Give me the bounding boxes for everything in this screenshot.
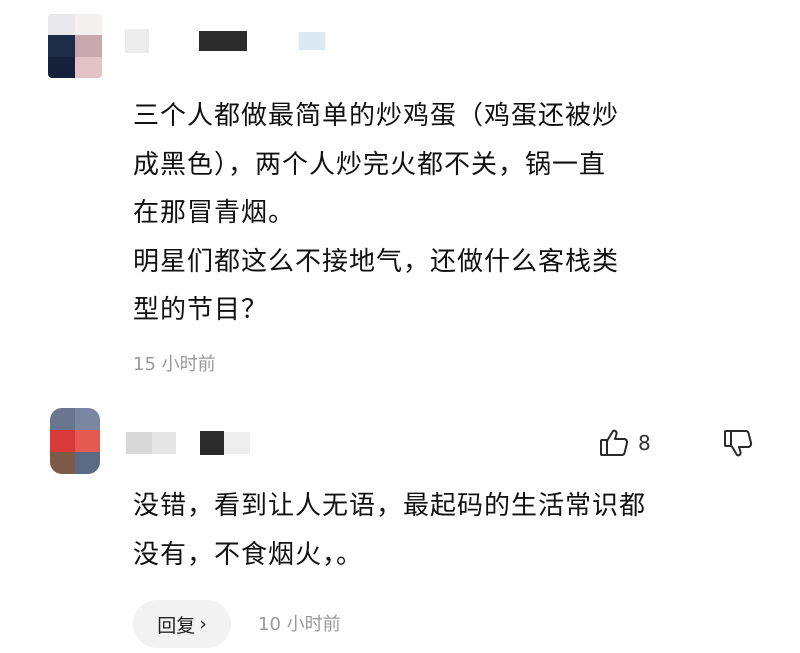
like-button[interactable]: 8 (598, 428, 651, 458)
avatar-pixel (48, 35, 75, 57)
like-count: 8 (638, 431, 651, 455)
comment-feed: 三个人都做最简单的炒鸡蛋（鸡蛋还被炒 成黑色），两个人炒完火都不关，锅一直 在那… (0, 0, 800, 653)
chevron-right-icon: › (199, 613, 207, 635)
avatar-pixel (75, 14, 102, 36)
username-blurred[interactable] (126, 430, 250, 456)
comment-text: 三个人都做最简单的炒鸡蛋（鸡蛋还被炒 成黑色），两个人炒完火都不关，锅一直 在那… (133, 101, 620, 325)
comment-time: 10 小时前 (258, 614, 341, 635)
avatar-pixel (75, 452, 100, 474)
avatar-pixel (48, 14, 75, 36)
avatar-pixel (75, 430, 100, 452)
avatar[interactable] (50, 408, 100, 474)
reply-button[interactable]: 回复 › (133, 600, 231, 648)
blur-block (299, 32, 325, 50)
comment-time: 15 小时前 (133, 354, 216, 375)
avatar-pixel (48, 56, 75, 78)
avatar-pixel (50, 430, 75, 452)
avatar-pixel (75, 56, 102, 78)
dislike-button[interactable] (722, 428, 754, 462)
avatar-pixel (50, 452, 75, 474)
avatar-pixel (75, 408, 100, 430)
comment-item: 三个人都做最简单的炒鸡蛋（鸡蛋还被炒 成黑色），两个人炒完火都不关，锅一直 在那… (0, 0, 800, 390)
blur-block (125, 29, 149, 53)
blur-block (126, 432, 152, 454)
avatar-pixel (50, 408, 75, 430)
reply-label: 回复 (157, 614, 196, 637)
blur-block (199, 31, 247, 51)
comment-item: 8 没错，看到让人无语，最起码的生活常识都 没有，不食烟火，。 回复 › 10 … (0, 390, 800, 653)
blur-block (224, 432, 250, 454)
blur-block (200, 431, 224, 455)
username-blurred[interactable] (125, 28, 325, 54)
thumbs-up-icon (600, 429, 629, 456)
thumbs-down-icon (724, 430, 753, 457)
avatar[interactable] (48, 14, 102, 78)
blur-block (152, 432, 176, 454)
comment-text: 没错，看到让人无语，最起码的生活常识都 没有，不食烟火，。 (133, 491, 647, 570)
avatar-pixel (75, 35, 102, 57)
